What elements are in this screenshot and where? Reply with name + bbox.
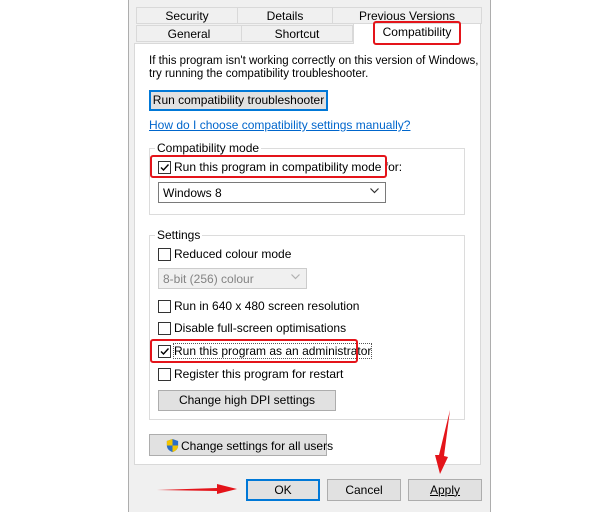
settings-label: Settings bbox=[155, 228, 203, 242]
colour-depth-select[interactable]: 8-bit (256) colour bbox=[158, 268, 307, 289]
tab-details[interactable]: Details bbox=[237, 7, 333, 24]
help-link[interactable]: How do I choose compatibility settings m… bbox=[149, 118, 410, 132]
register-restart-checkbox[interactable] bbox=[158, 368, 171, 381]
compat-mode-highlight-box bbox=[150, 155, 387, 178]
tab-highlight-box bbox=[373, 21, 461, 45]
fullscreen-opt-label: Disable full-screen optimisations bbox=[174, 321, 347, 335]
ok-button[interactable]: OK bbox=[246, 479, 320, 501]
res640-label: Run in 640 x 480 screen resolution bbox=[174, 299, 360, 313]
fullscreen-opt-checkbox[interactable] bbox=[158, 322, 171, 335]
chevron-down-icon bbox=[370, 188, 379, 194]
run-troubleshooter-button[interactable]: Run compatibility troubleshooter bbox=[149, 90, 328, 111]
intro-text-line2: try running the compatibility troublesho… bbox=[149, 68, 369, 80]
apply-button[interactable]: Apply bbox=[408, 479, 482, 501]
arrow-down-icon bbox=[435, 410, 450, 474]
arrow-right-icon bbox=[157, 484, 237, 494]
os-select-value: Windows 8 bbox=[163, 186, 222, 200]
colour-depth-value: 8-bit (256) colour bbox=[163, 272, 254, 286]
change-all-users-label: Change settings for all users bbox=[181, 439, 334, 453]
reduced-colour-checkbox[interactable] bbox=[158, 248, 171, 261]
res640-checkbox[interactable] bbox=[158, 300, 171, 313]
admin-highlight-box bbox=[150, 339, 358, 363]
tab-shortcut[interactable]: Shortcut bbox=[241, 25, 353, 42]
uac-shield-icon bbox=[166, 438, 179, 453]
reduced-colour-label: Reduced colour mode bbox=[174, 247, 292, 261]
chevron-down-icon bbox=[291, 274, 300, 280]
compatibility-mode-label: Compatibility mode bbox=[155, 141, 262, 155]
cancel-button[interactable]: Cancel bbox=[327, 479, 401, 501]
apply-button-label: Apply bbox=[429, 483, 461, 497]
change-all-users-button[interactable]: Change settings for all users bbox=[149, 434, 333, 456]
intro-text-line1: If this program isn't working correctly … bbox=[149, 55, 479, 67]
register-restart-label: Register this program for restart bbox=[174, 367, 344, 381]
tab-general[interactable]: General bbox=[136, 25, 242, 42]
os-select[interactable]: Windows 8 bbox=[158, 182, 386, 203]
tab-security[interactable]: Security bbox=[136, 7, 238, 24]
change-dpi-button[interactable]: Change high DPI settings bbox=[158, 390, 336, 411]
